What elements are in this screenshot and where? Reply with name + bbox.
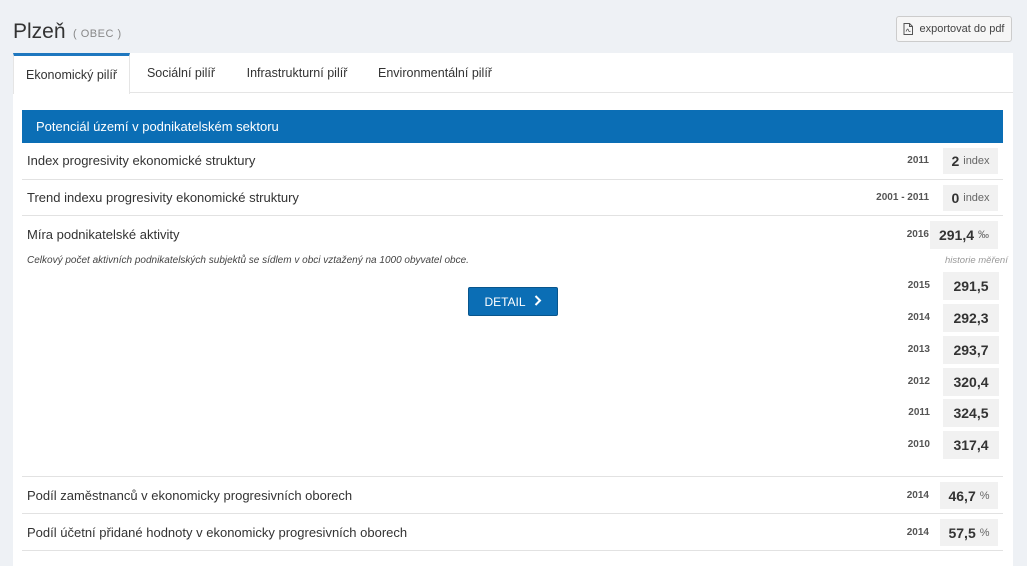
indicator-value: 46,7 [948, 487, 976, 504]
indicator-value: 2 [951, 153, 960, 169]
pdf-file-icon [903, 23, 914, 35]
indicator-unit: index [963, 192, 990, 204]
export-pdf-label: exportovat do pdf [919, 23, 1005, 35]
detail-button-label: DETAIL [484, 294, 526, 309]
indicator-label: Podíl zaměstnanců v ekonomicky progresiv… [27, 488, 353, 503]
indicator-unit: index [963, 155, 990, 167]
history-year: 2010 [907, 439, 930, 450]
tab-social[interactable]: Sociální pilíř [133, 53, 229, 93]
export-pdf-button[interactable]: exportovat do pdf [896, 16, 1012, 42]
indicator-year: 2011 [907, 155, 929, 166]
history-year: 2014 [907, 312, 930, 323]
indicator-label: Trend indexu progresivity ekonomické str… [27, 190, 299, 205]
history-value: 317,4 [943, 431, 999, 459]
history-year: 2015 [907, 280, 930, 291]
municipality-type-label: ( OBEC ) [73, 28, 122, 40]
indicator-row[interactable]: Podíl účetní přidané hodnoty v ekonomick… [22, 514, 1003, 551]
chevron-right-icon [534, 294, 542, 309]
tab-infrastructure[interactable]: Infrastrukturní pilíř [235, 53, 359, 93]
indicator-label: Podíl účetní přidané hodnoty v ekonomick… [27, 525, 408, 540]
indicator-year: 2016 [906, 229, 929, 240]
history-year: 2013 [907, 344, 930, 355]
section-header: Potenciál území v podnikatelském sektoru [22, 110, 1003, 143]
detail-button[interactable]: DETAIL [468, 287, 558, 316]
indicator-row[interactable]: Trend indexu progresivity ekonomické str… [22, 180, 1003, 216]
tab-economic[interactable]: Ekonomický pilíř [13, 53, 130, 94]
indicator-value: 57,5 [948, 524, 976, 541]
indicator-value-box: 46,7 % [940, 482, 998, 509]
indicator-label: Index progresivity ekonomické struktury [27, 153, 256, 168]
indicator-value-box: 291,4 ‰ [930, 221, 998, 249]
indicator-year: 2001 - 2011 [876, 192, 929, 203]
history-value: 292,3 [943, 304, 999, 332]
history-value: 291,5 [943, 272, 999, 300]
history-value: 324,5 [943, 399, 999, 427]
indicator-unit: ‰ [978, 229, 990, 241]
history-value: 320,4 [943, 368, 999, 396]
page-title: Plzeň [13, 20, 66, 43]
indicator-year: 2014 [906, 527, 929, 538]
indicator-unit: % [979, 526, 990, 539]
indicator-row[interactable]: Index progresivity ekonomické struktury … [22, 143, 1003, 180]
page-header: Plzeň ( OBEC ) exportovat do pdf [0, 0, 1027, 52]
history-year: 2012 [907, 376, 930, 387]
indicator-unit: % [979, 489, 990, 502]
indicator-label: Míra podnikatelské aktivity [27, 227, 180, 242]
indicator-value-box: 57,5 % [940, 519, 998, 546]
pillar-tabs: Ekonomický pilíř Sociální pilíř Infrastr… [13, 53, 1013, 94]
history-label: historie měření [945, 255, 1008, 266]
indicator-year: 2014 [906, 490, 929, 501]
indicator-value-box: 0 index [943, 185, 998, 211]
history-year: 2011 [908, 407, 930, 418]
indicator-value-box: 2 index [943, 148, 998, 174]
indicator-value: 291,4 [938, 227, 975, 243]
indicator-value: 0 [951, 190, 960, 206]
indicator-description: Celkový počet aktivních podnikatelských … [27, 255, 469, 266]
history-value: 293,7 [943, 336, 999, 364]
indicator-row[interactable]: Podíl zaměstnanců v ekonomicky progresiv… [22, 477, 1003, 514]
tab-environmental[interactable]: Environmentální pilíř [365, 53, 505, 93]
content-card: Ekonomický pilíř Sociální pilíř Infrastr… [13, 53, 1013, 566]
